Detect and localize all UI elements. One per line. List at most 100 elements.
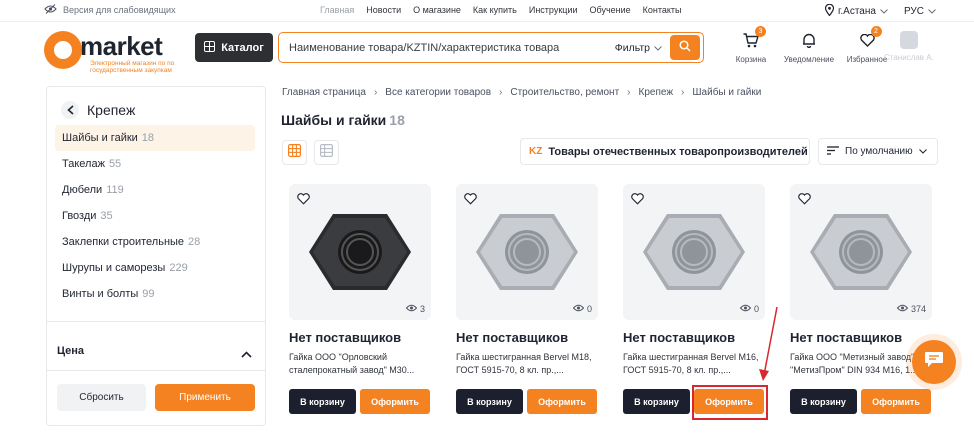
sidebar-item-nails[interactable]: Гвозди 35: [55, 203, 255, 229]
nav-instructions[interactable]: Инструкции: [529, 5, 578, 15]
chevron-down-icon: [928, 6, 936, 17]
list-view-icon: [320, 143, 334, 162]
sidebar-item-label: Шайбы и гайки: [62, 132, 138, 144]
product-image[interactable]: 3: [289, 184, 431, 320]
apply-button[interactable]: Применить: [155, 384, 255, 411]
product-card[interactable]: 3 Нет поставщиков Гайка ООО "Орловский ста…: [289, 184, 449, 424]
hex-nut-image: [305, 202, 415, 307]
chevron-down-icon: [654, 42, 662, 54]
city-label: г.Астана: [837, 6, 876, 17]
filter-dropdown[interactable]: Фильтр: [615, 42, 662, 54]
low-vision-link[interactable]: Версия для слабовидящих: [44, 4, 176, 16]
cart-label: Корзина: [735, 55, 767, 64]
product-card[interactable]: 374 Нет поставщиков Гайка ООО "Метизный за…: [790, 184, 950, 424]
sidebar-title-label: Крепеж: [87, 102, 136, 118]
city-selector[interactable]: г.Астана: [824, 3, 888, 19]
product-name[interactable]: Гайка ООО "Метизный завод" "МетизПром" D…: [790, 351, 932, 377]
sidebar-item-washers-nuts[interactable]: Шайбы и гайки 18: [55, 125, 255, 151]
eye-slash-icon: [44, 4, 57, 16]
nav-news[interactable]: Новости: [366, 5, 401, 15]
annotation-arrow: [759, 306, 778, 381]
nav-home[interactable]: Главная: [320, 5, 354, 15]
grid-view-button[interactable]: [282, 140, 307, 165]
sidebar-item-screws[interactable]: Шурупы и саморезы 229: [55, 255, 255, 281]
product-name[interactable]: Гайка шестигранная Bervel М18, ГОСТ 5915…: [456, 351, 598, 377]
breadcrumb-home[interactable]: Главная страница: [282, 87, 366, 98]
sidebar-item-label: Винты и болты: [62, 288, 139, 300]
language-selector[interactable]: РУС: [904, 6, 936, 17]
chevron-up-icon[interactable]: [241, 345, 252, 363]
heart-icon[interactable]: [631, 192, 644, 210]
logo-ring: [44, 31, 82, 69]
divider: [47, 370, 265, 371]
notifications-link[interactable]: Уведомление: [780, 30, 838, 64]
sidebar-item-count: 229: [169, 262, 188, 274]
top-nav: Главная Новости О магазине Как купить Ин…: [320, 5, 682, 15]
nav-how-to-buy[interactable]: Как купить: [473, 5, 517, 15]
heart-icon[interactable]: [297, 192, 310, 210]
sort-dropdown[interactable]: По умолчанию: [818, 138, 938, 165]
breadcrumb-construction[interactable]: Строительство, ремонт: [510, 87, 619, 98]
logo-word: market: [80, 31, 163, 61]
divider: [47, 321, 265, 322]
breadcrumb-fasteners[interactable]: Крепеж: [639, 87, 674, 98]
product-card[interactable]: 0 Нет поставщиков Гайка шестигранная Berve…: [456, 184, 616, 424]
sidebar-item-label: Шурупы и саморезы: [62, 262, 166, 274]
sidebar-item-rivets[interactable]: Заклепки строительные 28: [55, 229, 255, 255]
sidebar-item-dowels[interactable]: Дюбели 119: [55, 177, 255, 203]
sidebar-item-label: Заклепки строительные: [62, 236, 185, 248]
sidebar-item-count: 119: [106, 184, 124, 196]
carousel-fade: [940, 180, 974, 440]
breadcrumb-all-categories[interactable]: Все категории товаров: [385, 87, 491, 98]
heart-icon[interactable]: [464, 192, 477, 210]
add-to-cart-button[interactable]: В корзину: [790, 389, 857, 414]
view-count-value: 374: [910, 304, 926, 314]
domestic-producers-label: Товары отечественных товаропроизводителе…: [548, 145, 808, 158]
breadcrumb-separator: ›: [681, 87, 685, 98]
search-button[interactable]: [670, 35, 700, 60]
order-button[interactable]: Оформить: [861, 389, 931, 414]
product-name[interactable]: Гайка шестигранная Bervel М16, ГОСТ 5915…: [623, 351, 765, 377]
breadcrumb-separator: ›: [499, 87, 503, 98]
sidebar-item-count: 99: [142, 288, 155, 300]
product-image[interactable]: 374: [790, 184, 932, 320]
utility-bar: Версия для слабовидящих Главная Новости …: [0, 0, 974, 22]
page-title: Шайбы и гайки 18: [281, 112, 405, 128]
grid-icon: [204, 40, 216, 55]
add-to-cart-button[interactable]: В корзину: [456, 389, 523, 414]
product-name[interactable]: Гайка ООО "Орловский сталепрокатный заво…: [289, 351, 431, 377]
supplier-status: Нет поставщиков: [289, 330, 402, 345]
domestic-producers-filter[interactable]: KZ Товары отечественных товаропроизводит…: [520, 138, 810, 165]
market-logo[interactable]: market Электронный магазин по по государ…: [44, 27, 194, 74]
cart-link[interactable]: 3 Корзина: [722, 26, 780, 64]
back-arrow-icon[interactable]: [61, 101, 79, 119]
user-avatar[interactable]: [900, 31, 918, 49]
order-button[interactable]: Оформить: [360, 389, 430, 414]
nav-about[interactable]: О магазине: [413, 5, 461, 15]
sidebar-item-bolts[interactable]: Винты и болты 99: [55, 281, 255, 307]
user-name[interactable]: Станислав А.: [884, 53, 934, 62]
chat-button[interactable]: [912, 340, 956, 384]
add-to-cart-button[interactable]: В корзину: [623, 389, 690, 414]
sidebar-item-rigging[interactable]: Такелаж 55: [55, 151, 255, 177]
price-filter-label[interactable]: Цена: [57, 345, 84, 357]
bell-icon: [802, 33, 816, 50]
sidebar-title[interactable]: Крепеж: [61, 101, 135, 119]
annotation-highlight-box: [692, 385, 768, 420]
add-to-cart-button[interactable]: В корзину: [289, 389, 356, 414]
heart-icon[interactable]: [798, 192, 811, 210]
chat-bubble-icon: [924, 351, 944, 373]
reset-button[interactable]: Сбросить: [57, 384, 146, 411]
nav-training[interactable]: Обучение: [589, 5, 630, 15]
product-image[interactable]: 0: [456, 184, 598, 320]
order-button[interactable]: Оформить: [527, 389, 597, 414]
product-image[interactable]: 0: [623, 184, 765, 320]
kz-badge: KZ: [529, 146, 543, 157]
favorites-label: Избранное: [846, 55, 888, 64]
logo-tagline: Электронный магазин по по государственны…: [90, 60, 175, 74]
catalog-button[interactable]: Каталог: [195, 33, 273, 62]
search-input[interactable]: [289, 41, 615, 54]
nav-contacts[interactable]: Контакты: [643, 5, 682, 15]
list-view-button[interactable]: [314, 140, 339, 165]
breadcrumb-separator: ›: [373, 87, 378, 98]
